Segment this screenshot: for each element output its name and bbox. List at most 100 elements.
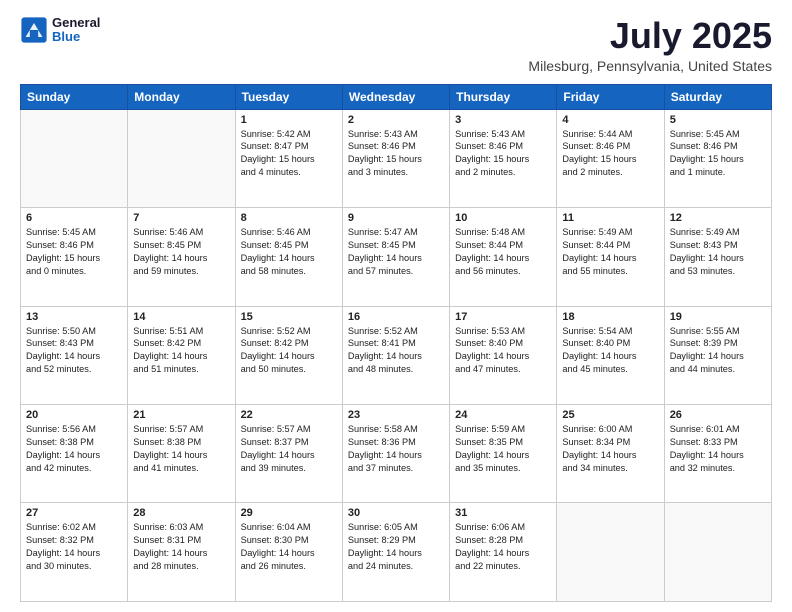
calendar-header-friday: Friday (557, 84, 664, 109)
calendar-cell: 28 Sunrise: 6:03 AM Sunset: 8:31 PM Dayli… (128, 503, 235, 602)
calendar-cell: 17 Sunrise: 5:53 AM Sunset: 8:40 PM Dayli… (450, 306, 557, 404)
calendar-header-tuesday: Tuesday (235, 84, 342, 109)
day-number: 29 (241, 507, 337, 519)
day-info: Sunrise: 6:00 AM Sunset: 8:34 PM Dayligh… (562, 423, 658, 475)
calendar-cell: 14 Sunrise: 5:51 AM Sunset: 8:42 PM Dayli… (128, 306, 235, 404)
day-info: Sunrise: 5:49 AM Sunset: 8:43 PM Dayligh… (670, 226, 766, 278)
day-info: Sunrise: 6:04 AM Sunset: 8:30 PM Dayligh… (241, 521, 337, 573)
day-info: Sunrise: 5:48 AM Sunset: 8:44 PM Dayligh… (455, 226, 551, 278)
title-block: July 2025 Milesburg, Pennsylvania, Unite… (528, 16, 772, 74)
calendar-cell (557, 503, 664, 602)
calendar-cell: 1 Sunrise: 5:42 AM Sunset: 8:47 PM Daylig… (235, 109, 342, 207)
day-info: Sunrise: 6:06 AM Sunset: 8:28 PM Dayligh… (455, 521, 551, 573)
calendar-cell: 4 Sunrise: 5:44 AM Sunset: 8:46 PM Daylig… (557, 109, 664, 207)
day-info: Sunrise: 5:53 AM Sunset: 8:40 PM Dayligh… (455, 325, 551, 377)
day-number: 3 (455, 114, 551, 126)
page: General Blue July 2025 Milesburg, Pennsy… (0, 0, 792, 612)
calendar-week-3: 20 Sunrise: 5:56 AM Sunset: 8:38 PM Dayli… (21, 405, 772, 503)
calendar-cell (21, 109, 128, 207)
calendar-header-sunday: Sunday (21, 84, 128, 109)
day-info: Sunrise: 6:03 AM Sunset: 8:31 PM Dayligh… (133, 521, 229, 573)
day-number: 26 (670, 409, 766, 421)
day-info: Sunrise: 6:02 AM Sunset: 8:32 PM Dayligh… (26, 521, 122, 573)
day-number: 15 (241, 311, 337, 323)
day-info: Sunrise: 5:49 AM Sunset: 8:44 PM Dayligh… (562, 226, 658, 278)
day-number: 30 (348, 507, 444, 519)
day-number: 31 (455, 507, 551, 519)
day-info: Sunrise: 6:01 AM Sunset: 8:33 PM Dayligh… (670, 423, 766, 475)
day-info: Sunrise: 5:51 AM Sunset: 8:42 PM Dayligh… (133, 325, 229, 377)
calendar-cell: 30 Sunrise: 6:05 AM Sunset: 8:29 PM Dayli… (342, 503, 449, 602)
day-number: 22 (241, 409, 337, 421)
day-info: Sunrise: 5:52 AM Sunset: 8:42 PM Dayligh… (241, 325, 337, 377)
calendar-header-row: SundayMondayTuesdayWednesdayThursdayFrid… (21, 84, 772, 109)
day-info: Sunrise: 5:59 AM Sunset: 8:35 PM Dayligh… (455, 423, 551, 475)
calendar-cell: 12 Sunrise: 5:49 AM Sunset: 8:43 PM Dayli… (664, 208, 771, 306)
day-number: 19 (670, 311, 766, 323)
header: General Blue July 2025 Milesburg, Pennsy… (20, 16, 772, 74)
day-number: 11 (562, 212, 658, 224)
calendar-cell (664, 503, 771, 602)
day-number: 17 (455, 311, 551, 323)
calendar-header-monday: Monday (128, 84, 235, 109)
calendar-cell: 26 Sunrise: 6:01 AM Sunset: 8:33 PM Dayli… (664, 405, 771, 503)
calendar-table: SundayMondayTuesdayWednesdayThursdayFrid… (20, 84, 772, 602)
calendar-header-wednesday: Wednesday (342, 84, 449, 109)
calendar-cell: 19 Sunrise: 5:55 AM Sunset: 8:39 PM Dayli… (664, 306, 771, 404)
day-number: 1 (241, 114, 337, 126)
logo: General Blue (20, 16, 100, 45)
day-info: Sunrise: 5:45 AM Sunset: 8:46 PM Dayligh… (670, 128, 766, 180)
calendar-cell: 11 Sunrise: 5:49 AM Sunset: 8:44 PM Dayli… (557, 208, 664, 306)
calendar-cell: 25Sunrise: 6:00 AM Sunset: 8:34 PM Dayli… (557, 405, 664, 503)
calendar-cell: 31 Sunrise: 6:06 AM Sunset: 8:28 PM Dayli… (450, 503, 557, 602)
logo-icon (20, 16, 48, 44)
calendar-cell: 24 Sunrise: 5:59 AM Sunset: 8:35 PM Dayli… (450, 405, 557, 503)
day-info: Sunrise: 5:50 AM Sunset: 8:43 PM Dayligh… (26, 325, 122, 377)
day-number: 16 (348, 311, 444, 323)
calendar-cell: 22Sunrise: 5:57 AM Sunset: 8:37 PM Dayli… (235, 405, 342, 503)
calendar-cell (128, 109, 235, 207)
day-number: 7 (133, 212, 229, 224)
day-info: Sunrise: 5:45 AM Sunset: 8:46 PM Dayligh… (26, 226, 122, 278)
day-info: Sunrise: 5:43 AM Sunset: 8:46 PM Dayligh… (455, 128, 551, 180)
day-number: 24 (455, 409, 551, 421)
day-info: Sunrise: 6:05 AM Sunset: 8:29 PM Dayligh… (348, 521, 444, 573)
day-info: Sunrise: 5:42 AM Sunset: 8:47 PM Dayligh… (241, 128, 337, 180)
day-number: 6 (26, 212, 122, 224)
calendar-cell: 6 Sunrise: 5:45 AM Sunset: 8:46 PM Daylig… (21, 208, 128, 306)
calendar-cell: 18 Sunrise: 5:54 AM Sunset: 8:40 PM Dayli… (557, 306, 664, 404)
day-number: 13 (26, 311, 122, 323)
day-number: 20 (26, 409, 122, 421)
day-number: 28 (133, 507, 229, 519)
day-number: 10 (455, 212, 551, 224)
day-info: Sunrise: 5:46 AM Sunset: 8:45 PM Dayligh… (241, 226, 337, 278)
calendar-cell: 29 Sunrise: 6:04 AM Sunset: 8:30 PM Dayli… (235, 503, 342, 602)
day-info: Sunrise: 5:43 AM Sunset: 8:46 PM Dayligh… (348, 128, 444, 180)
main-title: July 2025 (528, 16, 772, 56)
day-info: Sunrise: 5:44 AM Sunset: 8:46 PM Dayligh… (562, 128, 658, 180)
calendar-week-4: 27Sunrise: 6:02 AM Sunset: 8:32 PM Dayli… (21, 503, 772, 602)
subtitle: Milesburg, Pennsylvania, United States (528, 58, 772, 74)
calendar-cell: 15 Sunrise: 5:52 AM Sunset: 8:42 PM Dayli… (235, 306, 342, 404)
day-number: 12 (670, 212, 766, 224)
day-info: Sunrise: 5:55 AM Sunset: 8:39 PM Dayligh… (670, 325, 766, 377)
calendar-cell: 27Sunrise: 6:02 AM Sunset: 8:32 PM Dayli… (21, 503, 128, 602)
day-number: 18 (562, 311, 658, 323)
calendar-cell: 20 Sunrise: 5:56 AM Sunset: 8:38 PM Dayli… (21, 405, 128, 503)
calendar-cell: 9Sunrise: 5:47 AM Sunset: 8:45 PM Daylig… (342, 208, 449, 306)
day-info: Sunrise: 5:56 AM Sunset: 8:38 PM Dayligh… (26, 423, 122, 475)
day-number: 14 (133, 311, 229, 323)
day-info: Sunrise: 5:54 AM Sunset: 8:40 PM Dayligh… (562, 325, 658, 377)
calendar-cell: 21Sunrise: 5:57 AM Sunset: 8:38 PM Dayli… (128, 405, 235, 503)
calendar-cell: 5Sunrise: 5:45 AM Sunset: 8:46 PM Daylig… (664, 109, 771, 207)
day-number: 9 (348, 212, 444, 224)
day-info: Sunrise: 5:46 AM Sunset: 8:45 PM Dayligh… (133, 226, 229, 278)
day-number: 8 (241, 212, 337, 224)
calendar-cell: 10 Sunrise: 5:48 AM Sunset: 8:44 PM Dayli… (450, 208, 557, 306)
day-number: 4 (562, 114, 658, 126)
day-number: 23 (348, 409, 444, 421)
calendar-week-0: 1 Sunrise: 5:42 AM Sunset: 8:47 PM Daylig… (21, 109, 772, 207)
logo-blue-text: Blue (52, 30, 100, 44)
calendar-cell: 13 Sunrise: 5:50 AM Sunset: 8:43 PM Dayli… (21, 306, 128, 404)
day-info: Sunrise: 5:58 AM Sunset: 8:36 PM Dayligh… (348, 423, 444, 475)
